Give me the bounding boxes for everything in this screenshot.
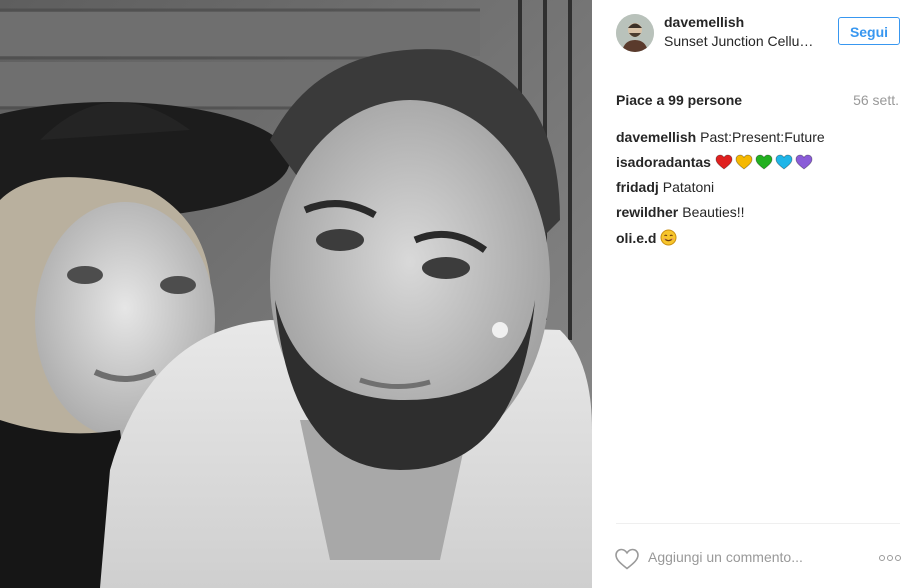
comment-author[interactable]: isadoradantas [616, 154, 711, 170]
comments-list: davemellish Past:Present:Future isadorada… [616, 129, 900, 254]
post-details-panel: davemellish Sunset Junction Cellu… Segui… [592, 0, 906, 588]
heart-emoji-icon [755, 154, 773, 174]
smiling-face-icon [660, 229, 677, 250]
post-location[interactable]: Sunset Junction Cellu… [664, 33, 824, 49]
post-footer [592, 534, 906, 584]
follow-button[interactable]: Segui [838, 17, 900, 45]
post-header: davemellish Sunset Junction Cellu… Segui [592, 0, 906, 70]
post-timestamp[interactable]: 56 sett. [853, 92, 899, 108]
comment-text: Past:Present:Future [700, 129, 825, 145]
comment-item: rewildher Beauties!! [616, 204, 900, 229]
post-photo[interactable] [0, 0, 592, 588]
photo-image [0, 0, 592, 588]
comment-item: davemellish Past:Present:Future [616, 129, 900, 154]
comment-item: oli.e.d [616, 229, 900, 254]
heart-outline-icon [615, 548, 639, 570]
more-options-button[interactable] [876, 548, 904, 568]
heart-emoji-icon [735, 154, 753, 174]
comment-input[interactable] [648, 546, 858, 568]
heart-emoji-icon [715, 154, 733, 174]
comment-emoji-hearts [715, 154, 815, 170]
comment-text: Beauties!! [682, 204, 745, 220]
heart-emoji-icon [775, 154, 793, 174]
comment-author[interactable]: davemellish [616, 129, 696, 145]
avatar-image [616, 14, 654, 52]
comment-item: isadoradantas [616, 154, 900, 179]
comment-author[interactable]: oli.e.d [616, 230, 656, 246]
more-options-icon [879, 555, 885, 561]
like-button[interactable] [614, 547, 640, 571]
avatar[interactable] [616, 14, 654, 52]
more-options-icon-dot [895, 555, 901, 561]
post-username[interactable]: davemellish [664, 14, 744, 30]
comment-author[interactable]: rewildher [616, 204, 678, 220]
comment-author[interactable]: fridadj [616, 179, 659, 195]
more-options-icon-dot [887, 555, 893, 561]
likes-count[interactable]: Piace a 99 persone [616, 92, 742, 108]
instagram-post: davemellish Sunset Junction Cellu… Segui… [0, 0, 906, 588]
footer-divider [616, 523, 900, 524]
heart-emoji-icon [795, 154, 813, 174]
comment-text: Patatoni [662, 179, 715, 195]
comment-item: fridadj Patatoni [616, 179, 900, 204]
